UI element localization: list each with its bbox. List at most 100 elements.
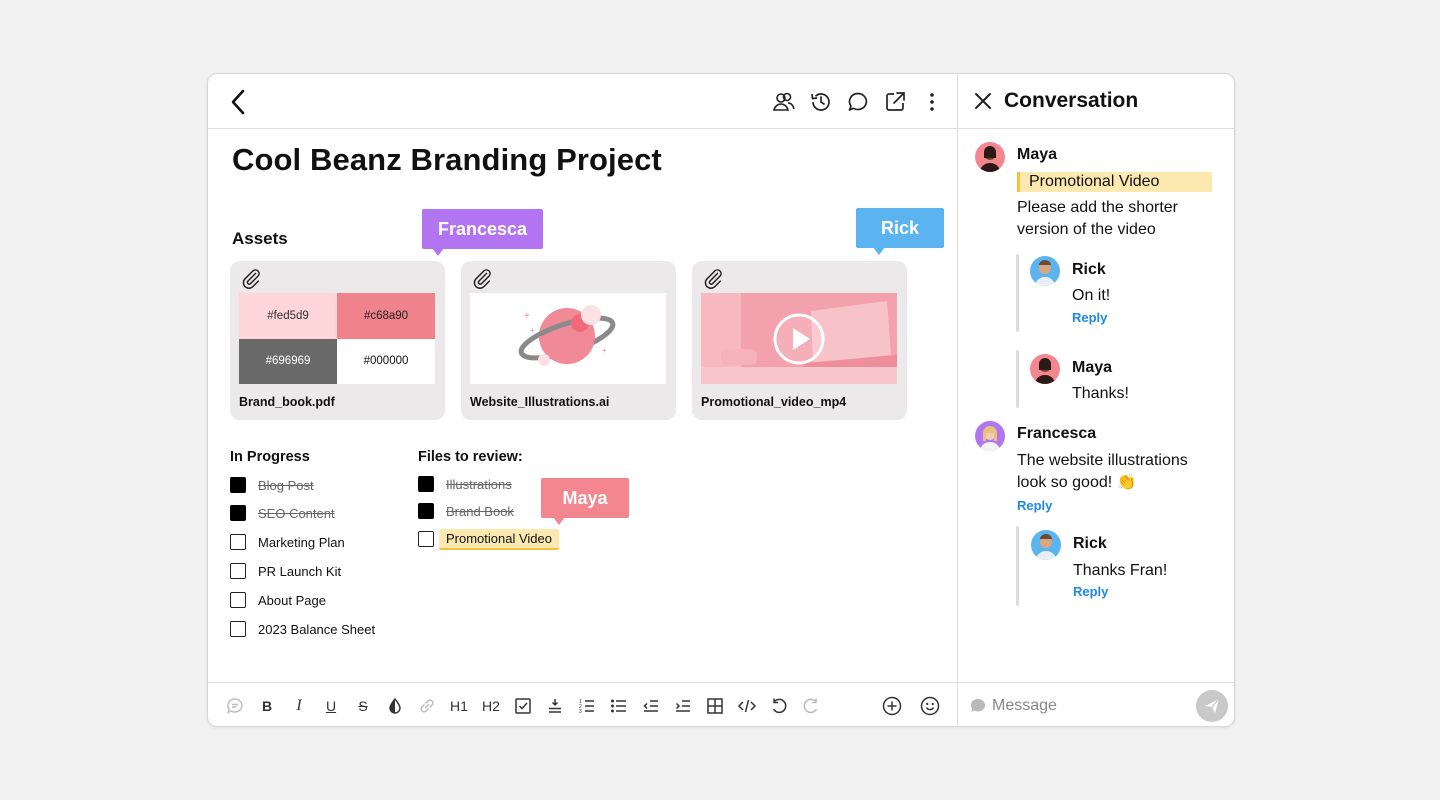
strikethrough-button[interactable]: S (351, 694, 375, 718)
review-item: Brand Book (418, 502, 514, 520)
more-vertical-icon (930, 93, 934, 111)
italic-button[interactable]: I (287, 694, 311, 718)
conversation-panel: Conversation Maya Promotional Video Plea… (957, 74, 1234, 726)
link-button[interactable] (415, 694, 439, 718)
indent-icon (675, 700, 690, 712)
file-name: Website_Illustrations.ai (470, 395, 610, 409)
numbered-list-button[interactable]: 123 (575, 694, 599, 718)
video-preview (701, 293, 897, 384)
collaborators-button[interactable] (772, 90, 796, 114)
asset-card-promotional-video[interactable]: Promotional_video_mp4 (692, 261, 907, 420)
asset-card-website-illustrations[interactable]: + + + Website_Illustrations.ai (461, 261, 676, 420)
cursor-tag-maya: Maya (541, 478, 629, 525)
message-author: Maya (1017, 146, 1058, 163)
ink-drop-icon (389, 697, 401, 714)
code-button[interactable] (735, 694, 759, 718)
svg-text:+: + (530, 326, 535, 335)
avatar-maya (1030, 354, 1060, 384)
task-checkbox[interactable] (230, 621, 246, 637)
person-icon (980, 426, 1000, 451)
play-icon[interactable] (772, 312, 826, 366)
outdent-icon (643, 700, 658, 712)
history-button[interactable] (809, 90, 833, 114)
share-button[interactable] (883, 90, 907, 114)
bold-icon: B (261, 698, 273, 714)
quoted-text[interactable]: Promotional Video (1017, 172, 1212, 192)
align-button[interactable] (543, 694, 567, 718)
svg-text:3: 3 (579, 709, 582, 715)
chat-bubble-icon (970, 698, 986, 712)
underline-icon: U (325, 698, 337, 714)
task-label: SEO Content (258, 505, 335, 521)
outdent-button[interactable] (639, 694, 663, 718)
heading-1-label: H1 (450, 698, 468, 714)
task-checkbox[interactable] (230, 534, 246, 550)
smiley-icon (920, 696, 940, 716)
insert-button[interactable] (880, 694, 904, 718)
task-item: PR Launch Kit (230, 562, 341, 580)
highlighted-task-label[interactable]: Promotional Video (439, 528, 559, 550)
bullet-list-icon (611, 699, 626, 713)
color-button[interactable] (383, 694, 407, 718)
person-icon (1035, 260, 1055, 286)
underline-button[interactable]: U (319, 694, 343, 718)
avatar-maya (975, 142, 1005, 172)
task-checkbox[interactable] (230, 563, 246, 579)
reply-link[interactable]: Reply (1017, 498, 1052, 513)
conversation-title: Conversation (1004, 89, 1139, 112)
back-button[interactable] (226, 88, 252, 116)
brand-swatches: #fed5d9 #c68a90 #696969 #000000 (239, 293, 435, 384)
cursor-tag-francesca: Francesca (422, 209, 543, 256)
message-input[interactable] (992, 695, 1182, 717)
more-options-button[interactable] (920, 90, 944, 114)
comment-lines-icon (226, 698, 243, 714)
comments-button[interactable] (846, 90, 870, 114)
redo-icon (803, 698, 818, 714)
review-item: Promotional Video (418, 528, 559, 550)
reply-link[interactable]: Reply (1072, 310, 1107, 325)
undo-button[interactable] (767, 694, 791, 718)
task-checkbox[interactable] (418, 503, 434, 519)
reply-text: Thanks! (1072, 385, 1129, 402)
heading-1-button[interactable]: H1 (447, 694, 471, 718)
heading-2-label: H2 (482, 698, 500, 714)
task-label: Blog Post (258, 477, 314, 493)
emoji-button[interactable] (918, 694, 942, 718)
document-title[interactable]: Cool Beanz Branding Project (232, 142, 662, 178)
task-checkbox[interactable] (230, 505, 246, 521)
file-name: Brand_book.pdf (239, 395, 335, 409)
document-editor: Cool Beanz Branding Project Assets #fed5… (208, 74, 957, 726)
indent-button[interactable] (671, 694, 695, 718)
bullet-list-button[interactable] (607, 694, 631, 718)
message-author: Francesca (1017, 425, 1097, 442)
table-button[interactable] (703, 694, 727, 718)
checklist-button[interactable] (511, 694, 535, 718)
task-label: Marketing Plan (258, 534, 345, 550)
italic-icon: I (296, 697, 302, 714)
send-icon (1205, 698, 1220, 713)
task-checkbox[interactable] (230, 592, 246, 608)
task-checkbox[interactable] (230, 477, 246, 493)
thread-line (1016, 526, 1019, 606)
cursor-tag-rick: Rick (856, 208, 944, 255)
heading-2-button[interactable]: H2 (479, 694, 503, 718)
thread-line (1016, 350, 1019, 408)
person-icon (1035, 358, 1055, 384)
comment-format-button[interactable] (223, 694, 247, 718)
reply-link[interactable]: Reply (1073, 584, 1108, 599)
close-conversation-button[interactable] (972, 90, 994, 112)
bold-button[interactable]: B (255, 694, 279, 718)
redo-button[interactable] (799, 694, 823, 718)
undo-icon (772, 698, 787, 714)
swatch-label: #fed5d9 (239, 293, 337, 339)
asset-card-brand-book[interactable]: #fed5d9 #c68a90 #696969 #000000 Brand_bo… (230, 261, 445, 420)
align-bottom-icon (549, 699, 561, 713)
send-button[interactable] (1196, 690, 1228, 722)
task-label: About Page (258, 592, 326, 608)
users-icon (772, 92, 795, 111)
formatting-toolbar: B I U S H1 H2 123 (208, 682, 957, 726)
message-text: Please add the shorter version of the vi… (1017, 199, 1178, 238)
task-checkbox[interactable] (418, 531, 434, 547)
avatar-rick (1030, 256, 1060, 286)
task-checkbox[interactable] (418, 476, 434, 492)
